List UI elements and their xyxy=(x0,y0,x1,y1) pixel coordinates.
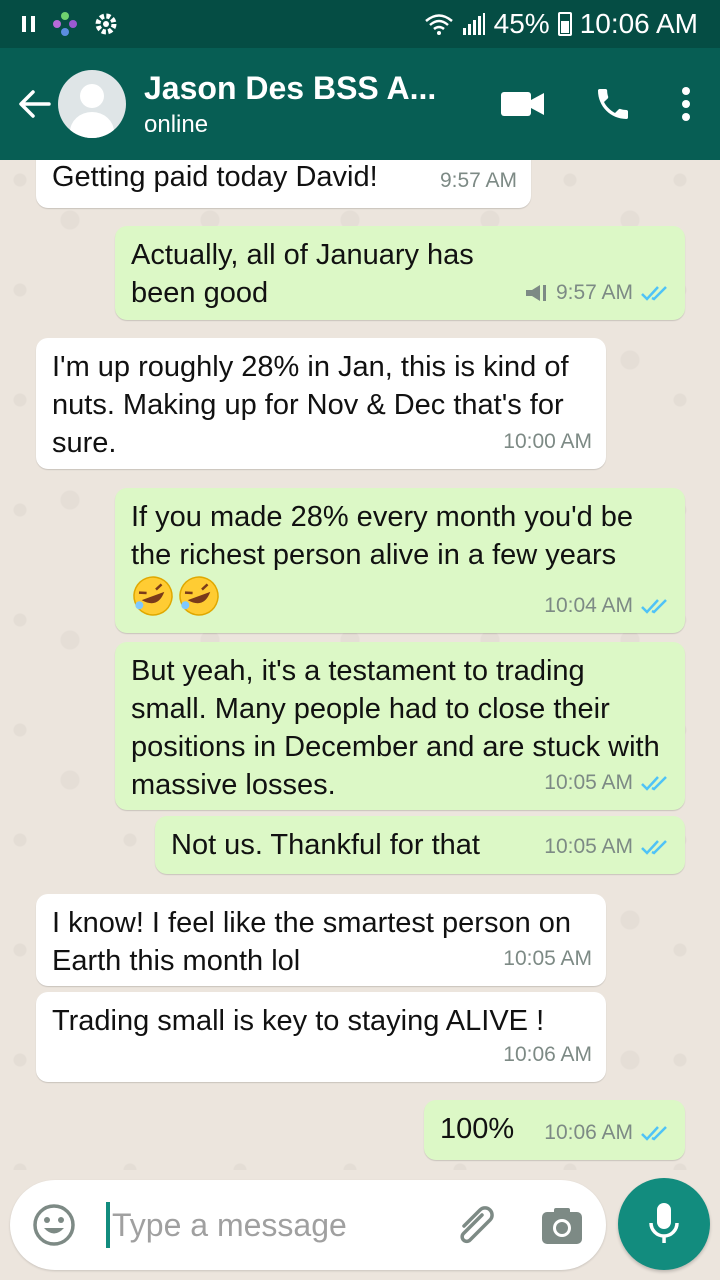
message-outgoing[interactable]: If you made 28% every month you'd be the… xyxy=(115,488,685,633)
message-text: If you made 28% every month you'd be the… xyxy=(131,501,634,571)
back-arrow-icon xyxy=(19,90,51,118)
message-incoming[interactable]: I know! I feel like the smartest person … xyxy=(36,894,606,986)
message-time: 10:06 AM xyxy=(544,1121,633,1144)
attach-button[interactable] xyxy=(450,1200,500,1250)
message-text: Trading small is key to staying ALIVE ! xyxy=(52,1005,545,1037)
double-check-icon xyxy=(641,1126,667,1141)
battery-icon xyxy=(557,12,572,36)
chat-area[interactable]: Getting paid today David! 9:57 AM Actual… xyxy=(0,160,720,1170)
video-call-button[interactable] xyxy=(478,48,568,160)
laughing-emoji-icon xyxy=(131,574,223,628)
wifi-icon xyxy=(424,12,454,36)
double-check-icon xyxy=(641,840,667,855)
message-incoming[interactable]: I'm up roughly 28% in Jan, this is kind … xyxy=(36,338,606,469)
clock: 10:06 AM xyxy=(579,8,698,39)
message-time: 10:05 AM xyxy=(503,947,592,970)
video-call-icon xyxy=(501,92,544,116)
message-time: 9:57 AM xyxy=(555,281,633,304)
camera-button[interactable] xyxy=(538,1202,586,1250)
signal-icon xyxy=(462,12,486,36)
message-time: 10:05 AM xyxy=(544,771,633,794)
message-time: 10:05 AM xyxy=(544,835,633,858)
avatar[interactable] xyxy=(58,70,126,138)
voice-call-button[interactable] xyxy=(568,48,658,160)
more-options-button[interactable] xyxy=(658,48,714,160)
chat-header: Jason Des BSS A... online xyxy=(0,48,720,160)
back-button[interactable] xyxy=(6,48,62,160)
phone-icon xyxy=(598,89,628,119)
pause-icon xyxy=(22,14,36,34)
message-outgoing[interactable]: But yeah, it's a testament to trading sm… xyxy=(115,642,685,810)
attach-icon xyxy=(460,1206,494,1244)
message-time: 9:57 AM xyxy=(439,169,517,192)
message-incoming[interactable]: Trading small is key to staying ALIVE ! … xyxy=(36,992,606,1082)
contact-status: online xyxy=(144,111,209,138)
settings-gear-icon xyxy=(94,12,118,36)
battery-percent: 45% xyxy=(493,8,550,39)
message-composer xyxy=(10,1180,606,1270)
mic-icon xyxy=(649,1203,679,1243)
message-input[interactable] xyxy=(112,1194,432,1256)
message-time: 10:04 AM xyxy=(544,594,633,617)
broadcast-icon xyxy=(525,285,546,301)
message-outgoing[interactable]: Not us. Thankful for that 10:05 AM xyxy=(155,816,685,874)
status-bar: 45% 10:06 AM xyxy=(0,0,720,48)
double-check-icon xyxy=(641,599,667,614)
voice-record-button[interactable] xyxy=(618,1178,710,1270)
message-time: 10:06 AM xyxy=(503,1043,592,1066)
message-incoming[interactable]: Getting paid today David! 9:57 AM xyxy=(36,160,531,208)
message-time: 10:00 AM xyxy=(503,430,592,453)
camera-icon xyxy=(542,1208,582,1244)
message-outgoing[interactable]: Actually, all of January has been good 9… xyxy=(115,226,685,320)
emoji-button[interactable] xyxy=(30,1201,78,1249)
contact-name: Jason Des BSS A... xyxy=(144,70,437,106)
text-cursor xyxy=(106,1202,110,1248)
app-notification-icon xyxy=(52,11,78,37)
double-check-icon xyxy=(641,776,667,791)
message-outgoing[interactable]: 100% 10:06 AM xyxy=(424,1100,685,1160)
more-vert-icon xyxy=(682,87,690,121)
contact-info[interactable]: Jason Des BSS A... online xyxy=(144,68,454,140)
message-text: Actually, all of January has been good xyxy=(131,239,474,309)
emoji-icon xyxy=(33,1204,75,1246)
double-check-icon xyxy=(641,286,667,301)
